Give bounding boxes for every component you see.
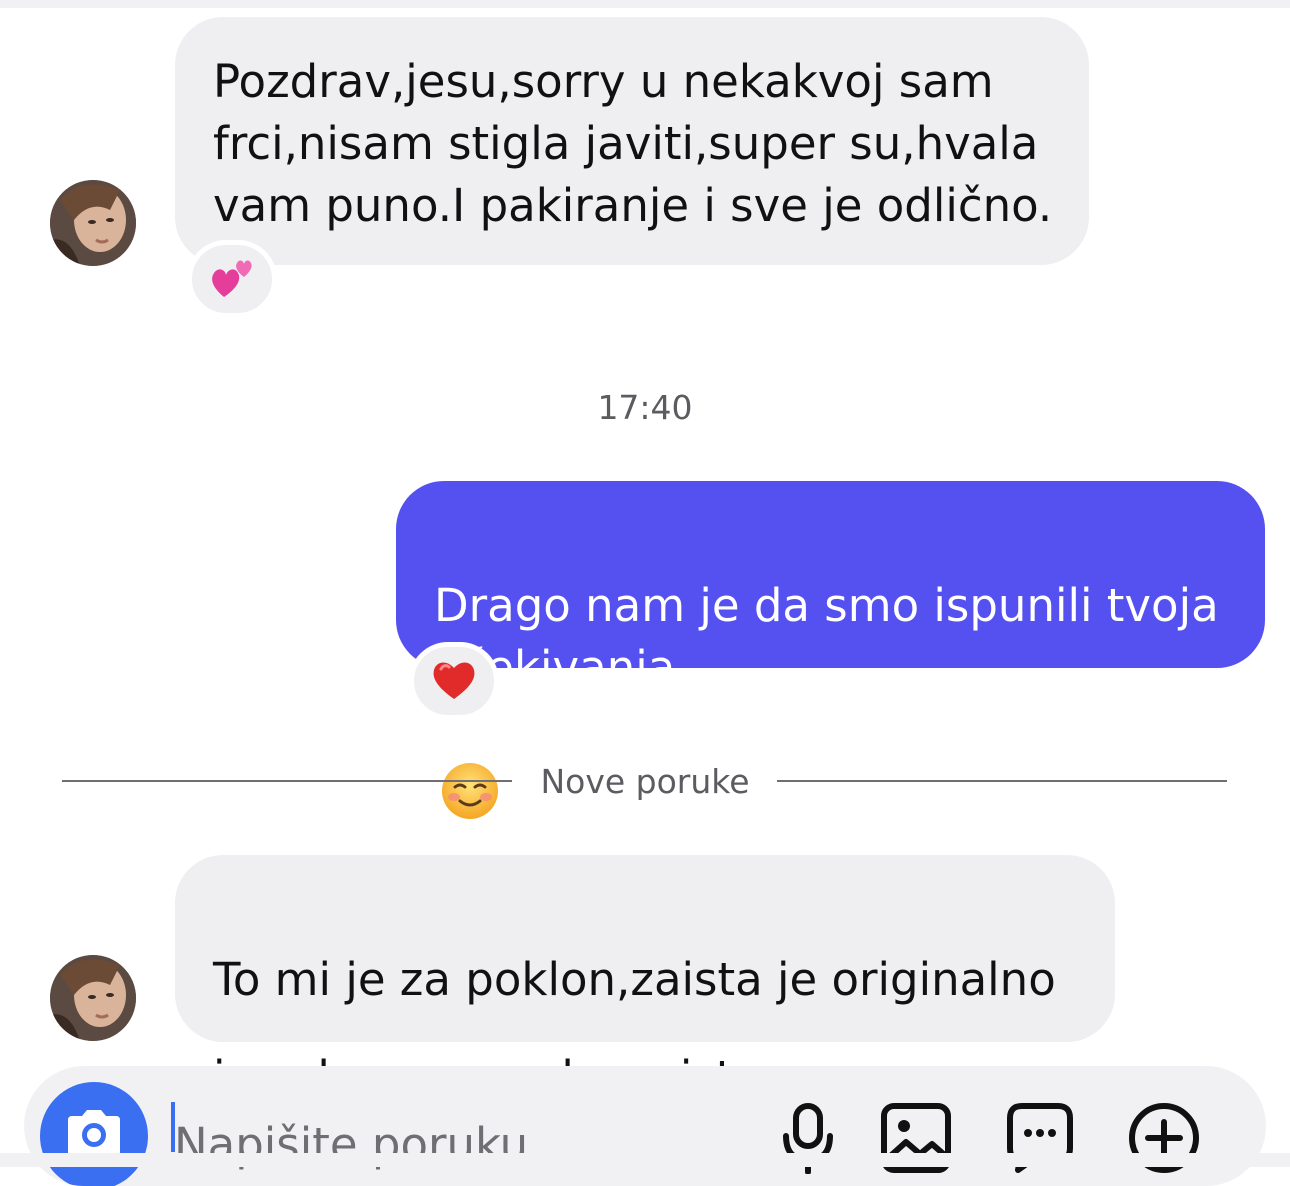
outgoing-message[interactable]: Drago nam je da smo ispunili tvoja očeki…	[396, 481, 1265, 819]
contact-avatar-2[interactable]	[50, 955, 136, 1041]
divider-line-right	[777, 780, 1227, 782]
two-hearts-icon	[208, 253, 256, 305]
divider-line-left	[62, 780, 512, 782]
reaction-two-hearts[interactable]	[187, 240, 277, 318]
bottom-strip	[0, 1153, 1290, 1167]
red-heart-icon	[431, 657, 477, 705]
message-timestamp: 17:40	[597, 388, 693, 427]
reaction-red-heart[interactable]	[409, 642, 499, 720]
message-input[interactable]	[174, 1104, 734, 1184]
incoming-message-2[interactable]: To mi je za poklon,zaista je originalno …	[175, 855, 1115, 1133]
contact-avatar[interactable]	[50, 180, 136, 266]
camera-button[interactable]	[40, 1082, 148, 1186]
new-messages-divider: Nove poruke	[540, 762, 750, 801]
incoming-message-1[interactable]: Pozdrav,jesu,sorry u nekakvoj sam frci,n…	[175, 17, 1089, 265]
outgoing-message-text: Drago nam je da smo ispunili tvoja očeki…	[434, 579, 1219, 694]
top-strip	[0, 0, 1290, 8]
message-composer	[24, 1066, 1266, 1186]
